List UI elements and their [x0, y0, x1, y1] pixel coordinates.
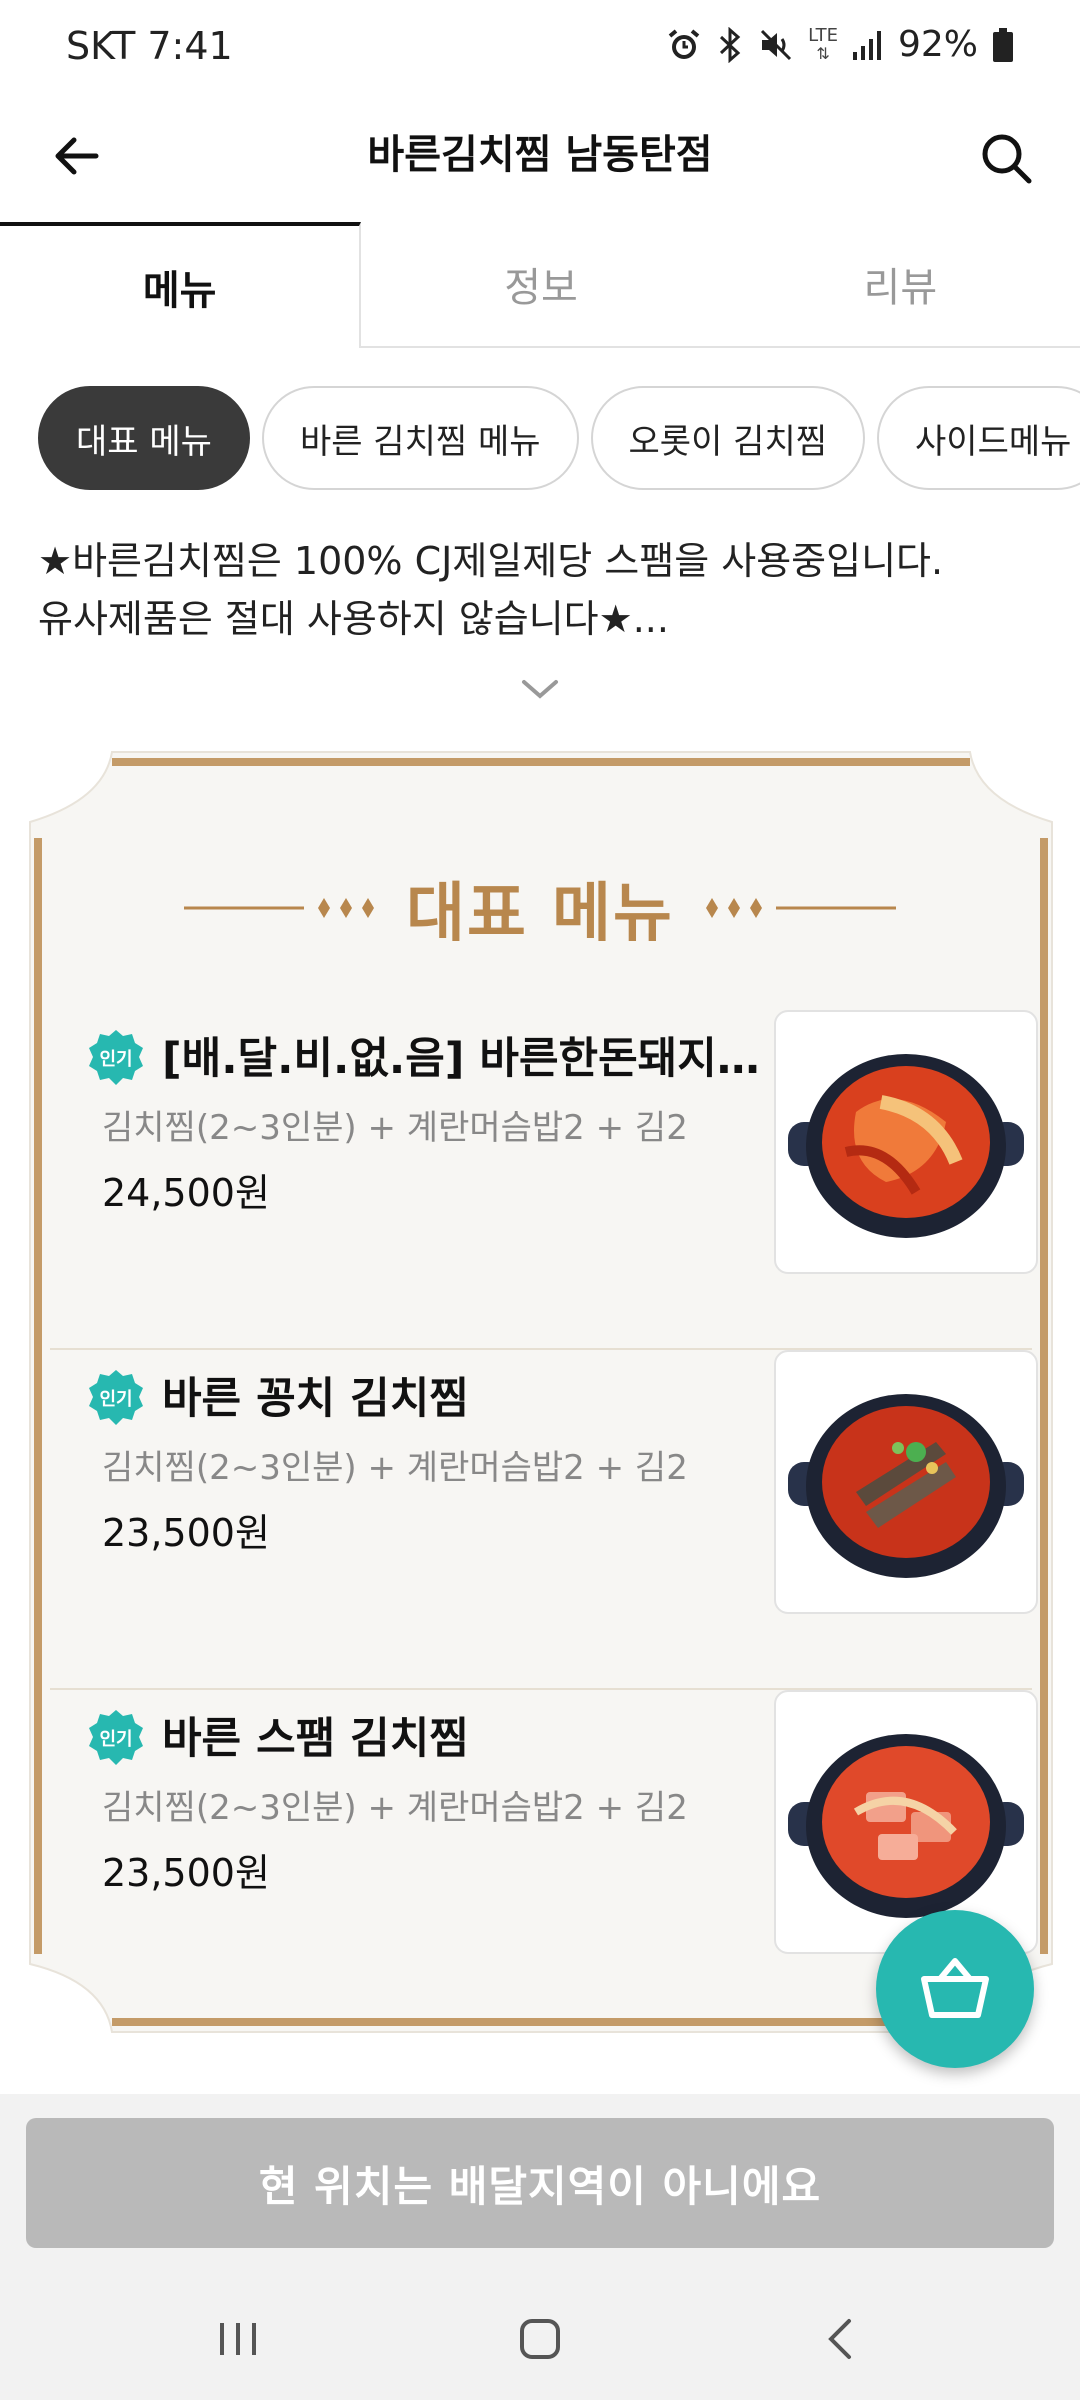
home-button[interactable]: [500, 2304, 580, 2374]
board-heading: 대표 메뉴: [18, 862, 1062, 954]
menu-item-photo: [774, 1010, 1038, 1274]
delivery-unavailable-button[interactable]: 현 위치는 배달지역이 아니에요: [26, 2118, 1054, 2248]
page-title: 바른김치찜 남동탄점: [367, 132, 713, 178]
top-app-bar: 바른김치찜 남동탄점: [0, 96, 1080, 222]
home-icon: [520, 2319, 560, 2359]
bottom-action-area: 현 위치는 배달지역이 아니에요: [0, 2094, 1080, 2274]
ornament-left-icon: [184, 898, 375, 918]
chip-orosi-kimchi-jjim[interactable]: 오롯이 김치찜: [590, 386, 866, 490]
menu-item-price: 23,500원: [102, 1511, 270, 1555]
recent-apps-button[interactable]: [198, 2304, 278, 2374]
recent-apps-icon: [220, 2323, 256, 2355]
menu-item-photo: [774, 1690, 1038, 1954]
chip-signature-menu[interactable]: 대표 메뉴: [38, 386, 250, 490]
store-notice: ★바른김치찜은 100% CJ제일제당 스팸을 사용중입니다. 유사제품은 절대…: [38, 532, 1048, 648]
chip-kimchi-jjim-menu[interactable]: 바른 김치찜 메뉴: [261, 386, 579, 490]
menu-item[interactable]: 인기 [배.달.비.없.음] 바른한돈돼지... 김치찜(2~3인분) + 계란…: [50, 1010, 1038, 1350]
chip-side-menu[interactable]: 사이드메뉴: [877, 386, 1080, 490]
status-icons: LTE ⇅ 92%: [666, 24, 1014, 65]
tab-info[interactable]: 정보: [361, 222, 721, 348]
notice-line-1: ★바른김치찜은 100% CJ제일제당 스팸을 사용중입니다.: [38, 539, 944, 583]
mute-icon: [758, 27, 794, 63]
cart-button[interactable]: [876, 1910, 1034, 2068]
menu-item-desc: 김치찜(2~3인분) + 계란머슴밥2 + 김2: [102, 1448, 688, 1488]
alarm-icon: [666, 27, 702, 63]
popular-badge-label: 인기: [99, 1049, 132, 1070]
menu-item-name: 바른 스팸 김치찜: [162, 1714, 469, 1764]
tab-menu[interactable]: 메뉴: [0, 222, 362, 348]
popular-badge-label: 인기: [99, 1389, 132, 1410]
ornament-right-icon: [705, 898, 896, 918]
popular-badge: 인기: [89, 1370, 143, 1425]
nav-back-icon: [828, 2319, 851, 2359]
menu-item-name: [배.달.비.없.음] 바른한돈돼지...: [162, 1034, 762, 1084]
menu-item-desc: 김치찜(2~3인분) + 계란머슴밥2 + 김2: [102, 1788, 688, 1828]
menu-item[interactable]: 인기 바른 꽁치 김치찜 김치찜(2~3인분) + 계란머슴밥2 + 김2 23…: [50, 1350, 1038, 1690]
menu-item-price: 23,500원: [102, 1851, 270, 1895]
menu-item-desc: 김치찜(2~3인분) + 계란머슴밥2 + 김2: [102, 1108, 688, 1148]
notice-expand-button[interactable]: [510, 670, 570, 710]
basket-icon: [921, 1958, 989, 2018]
lte-icon: LTE ⇅: [808, 24, 838, 63]
popular-badge: 인기: [89, 1710, 143, 1765]
battery-icon: [992, 27, 1014, 63]
food-pot-image: [788, 1734, 1024, 1918]
store-tabs: 메뉴 정보 리뷰: [0, 222, 1080, 348]
chevron-down-icon: [522, 680, 558, 699]
search-button[interactable]: [968, 120, 1044, 196]
battery-label: 92%: [897, 24, 978, 65]
menu-item-name: 바른 꽁치 김치찜: [162, 1374, 469, 1424]
status-time: SKT 7:41: [66, 24, 233, 68]
menu-item-price: 24,500원: [102, 1171, 270, 1215]
board-title: 대표 메뉴: [406, 877, 674, 951]
tab-review[interactable]: 리뷰: [720, 222, 1080, 348]
search-icon: [982, 134, 1032, 184]
notice-line-2: 유사제품은 절대 사용하지 않습니다★...: [38, 597, 669, 641]
menu-item-photo: [774, 1350, 1038, 1614]
popular-badge-label: 인기: [99, 1729, 132, 1750]
nav-back-button[interactable]: [800, 2304, 880, 2374]
bluetooth-icon: [716, 26, 744, 63]
food-pot-image: [788, 1394, 1024, 1578]
category-chips: 대표 메뉴 바른 김치찜 메뉴 오롯이 김치찜 사이드메뉴: [38, 386, 1080, 492]
food-pot-image: [788, 1054, 1024, 1238]
signature-menu-board: 대표 메뉴 인기 [배.달.비.없.음] 바른한돈돼지... 김치찜(2~3인분…: [18, 742, 1062, 2042]
system-nav-bar: [0, 2274, 1080, 2400]
popular-badge: 인기: [89, 1030, 143, 1085]
signal-icon: [852, 30, 884, 60]
lte-label: LTE: [808, 24, 838, 46]
status-bar: SKT 7:41 LTE ⇅ 92%: [0, 0, 1080, 96]
